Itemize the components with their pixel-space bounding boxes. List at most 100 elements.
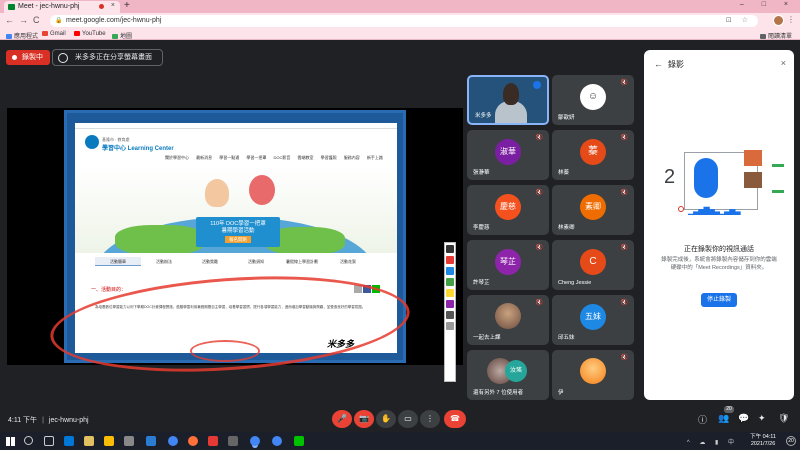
folder-icon[interactable]: [104, 436, 114, 446]
window-controls[interactable]: – □ ×: [740, 1, 796, 8]
browser-tab[interactable]: Meet - jec-hwnu-phj ×: [4, 1, 120, 13]
self-video: [503, 83, 519, 105]
bookmark-apps[interactable]: 應用程式: [6, 31, 38, 40]
present-to-all-icon: [58, 53, 68, 63]
mic-off-icon: 🔇: [620, 245, 628, 251]
file-explorer-icon[interactable]: [84, 436, 94, 446]
participant-tile[interactable]: 🔇 一起去上課: [467, 295, 549, 345]
meet-control-bar: 4:11 下午 | jec-hwnu-phj 🎤 📷 ✋ ▭ ⋮ ☎ ⓘ 20 👥 …: [0, 406, 800, 432]
record-dot-icon: [12, 55, 17, 60]
kid-illustration: [249, 175, 275, 205]
camera-off-button[interactable]: 📷: [354, 410, 374, 428]
site-tabs: 活動簡章 活動辦法 活動獎勵 活動須知 暑假線上學習計劃 活動花絮: [95, 257, 377, 266]
speaking-indicator-icon: [533, 81, 541, 89]
annotation-scribble: [190, 340, 260, 362]
youtube-icon: [74, 31, 80, 36]
participant-tile[interactable]: 素卿 🔇 林素卿: [552, 185, 634, 235]
back-icon[interactable]: ←: [5, 15, 14, 25]
mic-off-icon: 🔇: [535, 135, 543, 141]
text-icon: [446, 289, 454, 297]
bookmark-youtube[interactable]: YouTube: [74, 31, 106, 37]
site-logo-text: 基隆市 · 教育處 學習中心 Learning Center: [102, 137, 174, 152]
participant-tile[interactable]: C 🔇 Cheng Jessie: [552, 240, 634, 290]
more-options-button[interactable]: ⋮: [420, 410, 440, 428]
mic-off-icon: 🔇: [620, 190, 628, 196]
mic-off-icon: 🔇: [620, 135, 628, 141]
mic-off-icon: 🔇: [620, 80, 628, 86]
highlighter-icon: [446, 267, 454, 275]
bookmark-gmail[interactable]: Gmail: [42, 31, 66, 37]
activities-button[interactable]: ✦: [758, 413, 766, 424]
chrome-menu-icon[interactable]: ⋮: [787, 15, 795, 24]
pen-icon: [446, 256, 454, 264]
edge-icon[interactable]: [146, 436, 156, 446]
line-app-icon[interactable]: [294, 436, 304, 446]
tab-strip: Meet - jec-hwnu-phj × + – □ ×: [0, 0, 800, 13]
tab-close-icon[interactable]: ×: [111, 2, 115, 9]
recording-panel: ← 錄影 × 2 ▁▃▅▇▅▃▁▃▅▃ 正在錄製你的視訊通話 錄製完成後，系統會…: [644, 50, 794, 400]
forward-icon[interactable]: →: [19, 15, 28, 25]
people-button[interactable]: 👥: [718, 413, 729, 424]
land-graphic: [115, 225, 205, 253]
profile-avatar[interactable]: [773, 15, 784, 26]
host-controls-button[interactable]: 🛡: [778, 413, 789, 424]
participant-tile-overflow[interactable]: 汝瑤 還有另外 7 位使用者: [467, 350, 549, 400]
bookmark-maps[interactable]: 地圖: [112, 31, 132, 40]
participant-tile[interactable]: 五妹 🔇 邱五妹: [552, 295, 634, 345]
chrome-icon[interactable]: [272, 436, 282, 446]
participant-avatar: 琴芷: [495, 249, 521, 275]
new-tab-button[interactable]: +: [124, 0, 130, 11]
mic-off-icon: 🔇: [535, 190, 543, 196]
present-button[interactable]: ▭: [398, 410, 418, 428]
recording-indicator[interactable]: 錄製中: [6, 50, 50, 65]
participant-tile[interactable]: 🔇 伊: [552, 350, 634, 400]
mic-off-icon: 🔇: [620, 355, 628, 361]
mic-off-button[interactable]: 🎤: [332, 410, 352, 428]
video-tile-graphic: [744, 150, 762, 166]
participant-tile[interactable]: ☺ 🔇 鄒歆妍: [552, 75, 634, 125]
people-count-badge: 20: [724, 406, 734, 413]
app-icon[interactable]: [228, 436, 238, 446]
address-bar[interactable]: 🔒 meet.google.com/jec-hwnu-phj ⊡ ☆: [50, 15, 758, 27]
participant-tile[interactable]: 蓁 🔇 林蓁: [552, 130, 634, 180]
search-icon[interactable]: [24, 436, 33, 445]
meeting-details-button[interactable]: ⓘ: [698, 413, 707, 426]
chat-button[interactable]: 💬: [738, 413, 749, 424]
system-tray-icons[interactable]: ^ ☁ ▮ 中: [687, 437, 738, 446]
meeting-time: 4:11 下午: [8, 417, 38, 424]
participant-avatar: 慶慈: [495, 194, 521, 220]
panel-title: 錄影: [668, 60, 684, 69]
raise-hand-button[interactable]: ✋: [376, 410, 396, 428]
leave-call-button[interactable]: ☎: [444, 410, 466, 428]
firefox-icon[interactable]: [188, 436, 198, 446]
participant-avatar: 蓁: [580, 139, 606, 165]
participant-tile[interactable]: 琴芷 🔇 許琴芷: [467, 240, 549, 290]
participant-avatar: C: [580, 249, 606, 275]
recording-dot-icon: [99, 4, 104, 9]
stop-recording-button[interactable]: 停止錄製: [701, 293, 737, 307]
reading-list[interactable]: 閱讀清單: [759, 31, 792, 40]
annotation-toolbar[interactable]: [444, 242, 456, 382]
kid-illustration: [205, 179, 229, 207]
meeting-code: jec-hwnu-phj: [48, 417, 89, 424]
chrome-active-icon[interactable]: [250, 436, 260, 446]
store-icon[interactable]: [124, 436, 134, 446]
mic-off-icon: 🔇: [535, 245, 543, 251]
participant-tile-self[interactable]: 米多多: [467, 75, 549, 125]
close-icon[interactable]: ×: [781, 58, 786, 68]
site-hero: 110年 DOC學習一把罩 暑期學習活動 報名開跑: [75, 165, 397, 253]
audio-wave-graphic: ▁▃▅▇▅▃▁▃▅▃: [688, 206, 741, 215]
participant-tile[interactable]: 慶慈 🔇 李慶慈: [467, 185, 549, 235]
omnibox-icons[interactable]: ⊡ ☆: [726, 16, 752, 24]
taskbar-clock[interactable]: 下午 04:11 2021/7/26: [750, 434, 776, 448]
person-graphic: [694, 158, 718, 198]
notification-icon[interactable]: 20: [786, 436, 796, 446]
windows-start-icon[interactable]: [6, 437, 15, 446]
task-view-icon[interactable]: [44, 436, 54, 446]
participant-tile[interactable]: 淑華 🔇 張瀞華: [467, 130, 549, 180]
back-arrow-icon[interactable]: ←: [654, 59, 663, 69]
edge-icon[interactable]: [64, 436, 74, 446]
chrome-icon[interactable]: [168, 436, 178, 446]
app-icon[interactable]: [208, 436, 218, 446]
reload-icon[interactable]: C: [33, 15, 40, 25]
